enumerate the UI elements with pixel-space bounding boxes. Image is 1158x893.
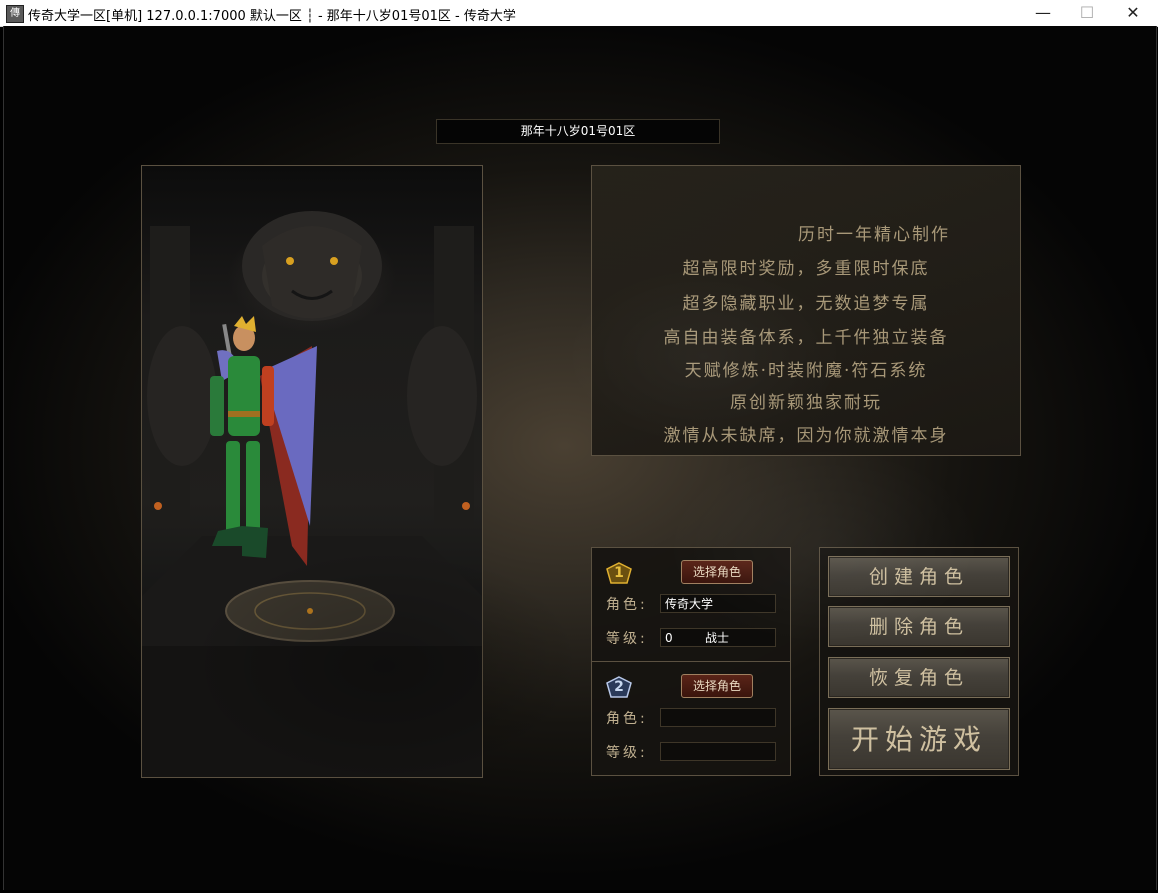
restore-character-button[interactable]: 恢复角色 xyxy=(828,657,1010,698)
description-line: 超高限时奖励，多重限时保底 xyxy=(682,259,930,279)
select-character-1-button[interactable]: 选择角色 xyxy=(681,560,753,584)
dragon-relief xyxy=(242,211,382,321)
description-line: 历时一年精心制作 xyxy=(798,225,950,245)
minimize-button[interactable]: — xyxy=(1020,0,1066,26)
description-line: 原创新颖独家耐玩 xyxy=(730,393,882,413)
window-title: 传奇大学一区[单机] 127.0.0.1:7000 默认一区 ┆ - 那年十八岁… xyxy=(28,9,516,24)
description-line: 超多隐藏职业，无数追梦专属 xyxy=(682,294,930,314)
character-scene xyxy=(142,211,482,777)
slot-1-badge-icon: 1 xyxy=(606,562,632,584)
description-line: 激情从未缺席，因为你就激情本身 xyxy=(663,426,949,446)
create-character-button[interactable]: 创建角色 xyxy=(828,556,1010,597)
role-label-2: 角色: xyxy=(606,711,648,727)
close-button[interactable]: ✕ xyxy=(1110,0,1156,26)
description-line: 天赋修炼·时装附魔·符石系统 xyxy=(684,361,928,381)
warrior-character xyxy=(210,316,317,566)
app-icon: 傳 xyxy=(6,5,24,23)
role-name-field-1[interactable]: 传奇大学 xyxy=(660,594,776,613)
select-character-2-button[interactable]: 选择角色 xyxy=(681,674,753,698)
maximize-button[interactable]: ☐ xyxy=(1064,0,1110,26)
class-value-1: 战士 xyxy=(705,631,730,645)
delete-character-button[interactable]: 删除角色 xyxy=(828,606,1010,647)
action-buttons-panel: 创建角色 删除角色 恢复角色 开始游戏 xyxy=(819,547,1019,776)
right-dragon-statue xyxy=(407,326,477,466)
right-torch xyxy=(462,502,470,510)
level-field-1[interactable]: 0 战士 xyxy=(660,628,776,647)
description-line: 高自由装备体系，上千件独立装备 xyxy=(663,328,949,348)
level-label-2: 等级: xyxy=(606,745,648,761)
game-screen: 那年十八岁01号01区 历时一年精心制作 超高限时奖励，多重限时保底 超多隐藏职… xyxy=(3,26,1157,890)
role-label-1: 角色: xyxy=(606,597,648,613)
role-name-field-2[interactable] xyxy=(660,708,776,727)
character-slots-panel: 1 选择角色 角色: 传奇大学 等级: 0 战士 2 选择角色 角色: 等级: xyxy=(591,547,791,776)
slot-divider xyxy=(592,661,790,662)
start-game-button[interactable]: 开始游戏 xyxy=(828,708,1010,770)
window-title-bar: 傳 传奇大学一区[单机] 127.0.0.1:7000 默认一区 ┆ - 那年十… xyxy=(0,0,1158,27)
slot-2-badge-icon: 2 xyxy=(606,676,632,698)
left-dragon-statue xyxy=(147,326,217,466)
game-description-panel: 历时一年精心制作 超高限时奖励，多重限时保底 超多隐藏职业，无数追梦专属 高自由… xyxy=(591,165,1021,456)
left-torch xyxy=(154,502,162,510)
level-field-2[interactable] xyxy=(660,742,776,761)
level-label-1: 等级: xyxy=(606,631,648,647)
level-value-1: 0 xyxy=(665,631,673,645)
server-name: 那年十八岁01号01区 xyxy=(436,119,720,144)
character-preview-panel xyxy=(141,165,483,778)
